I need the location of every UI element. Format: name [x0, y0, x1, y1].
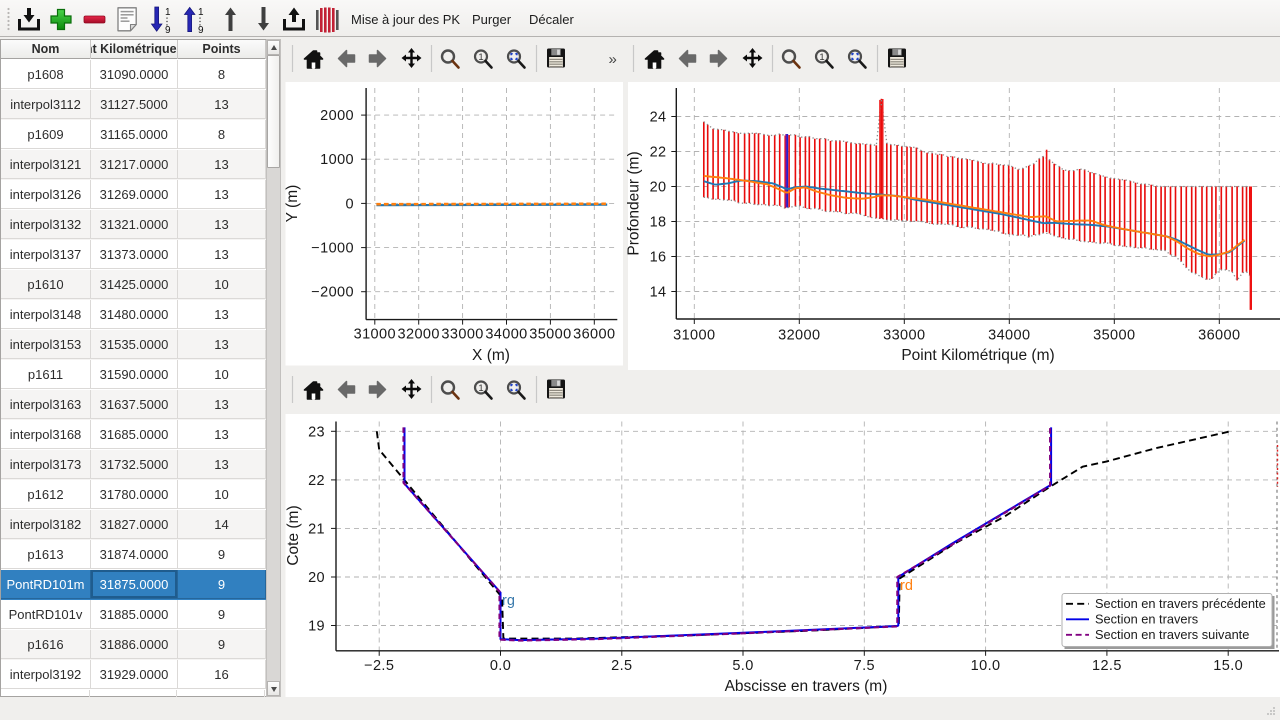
- svg-text:Profondeur (m): Profondeur (m): [626, 151, 643, 255]
- svg-text:35000: 35000: [1093, 328, 1135, 344]
- svg-text:36000: 36000: [573, 327, 615, 343]
- svg-text:18: 18: [650, 215, 667, 231]
- svg-text:2.5: 2.5: [611, 658, 632, 674]
- svg-text:20: 20: [308, 570, 325, 586]
- svg-text:35000: 35000: [529, 327, 571, 343]
- svg-text:Section en travers suivante: Section en travers suivante: [1095, 627, 1249, 642]
- svg-text:1000: 1000: [320, 152, 354, 168]
- svg-text:0.0: 0.0: [490, 658, 511, 674]
- svg-text:−2.5: −2.5: [364, 658, 394, 674]
- svg-text:21: 21: [308, 521, 325, 537]
- svg-text:rd: rd: [900, 578, 913, 594]
- svg-text:»: »: [609, 51, 617, 68]
- svg-text:19: 19: [308, 619, 325, 635]
- svg-text:12.5: 12.5: [1092, 658, 1122, 674]
- svg-text:23: 23: [308, 424, 325, 440]
- svg-text:rg: rg: [502, 593, 515, 609]
- svg-text:33000: 33000: [883, 328, 925, 344]
- svg-text:20: 20: [650, 180, 667, 196]
- svg-text:Point Kilométrique (m): Point Kilométrique (m): [901, 347, 1054, 364]
- svg-text:31000: 31000: [354, 327, 396, 343]
- svg-text:Y (m): Y (m): [284, 185, 301, 223]
- svg-text:22: 22: [650, 145, 667, 161]
- svg-text:7.5: 7.5: [854, 658, 875, 674]
- svg-text:34000: 34000: [485, 327, 527, 343]
- svg-text:34000: 34000: [988, 328, 1030, 344]
- svg-text:Section en travers précédente: Section en travers précédente: [1095, 596, 1266, 611]
- svg-text:−2000: −2000: [311, 285, 354, 301]
- svg-text:14: 14: [650, 285, 667, 301]
- svg-text:33000: 33000: [441, 327, 483, 343]
- svg-text:−1000: −1000: [311, 241, 354, 257]
- svg-text:36000: 36000: [1198, 328, 1240, 344]
- svg-text:0: 0: [346, 196, 354, 212]
- svg-text:Cote (m): Cote (m): [285, 505, 302, 565]
- svg-text:22: 22: [308, 473, 325, 489]
- svg-text:32000: 32000: [398, 327, 440, 343]
- svg-text:15.0: 15.0: [1213, 658, 1243, 674]
- svg-text:31000: 31000: [673, 328, 715, 344]
- svg-text:24: 24: [650, 110, 667, 126]
- svg-text:5.0: 5.0: [732, 658, 753, 674]
- svg-text:16: 16: [650, 250, 667, 266]
- svg-text:32000: 32000: [778, 328, 820, 344]
- svg-text:10.0: 10.0: [971, 658, 1001, 674]
- svg-text:Abscisse en travers (m): Abscisse en travers (m): [725, 678, 888, 695]
- svg-text:2000: 2000: [320, 108, 354, 124]
- svg-text:Section en travers: Section en travers: [1095, 612, 1198, 627]
- svg-text:X (m): X (m): [472, 347, 510, 364]
